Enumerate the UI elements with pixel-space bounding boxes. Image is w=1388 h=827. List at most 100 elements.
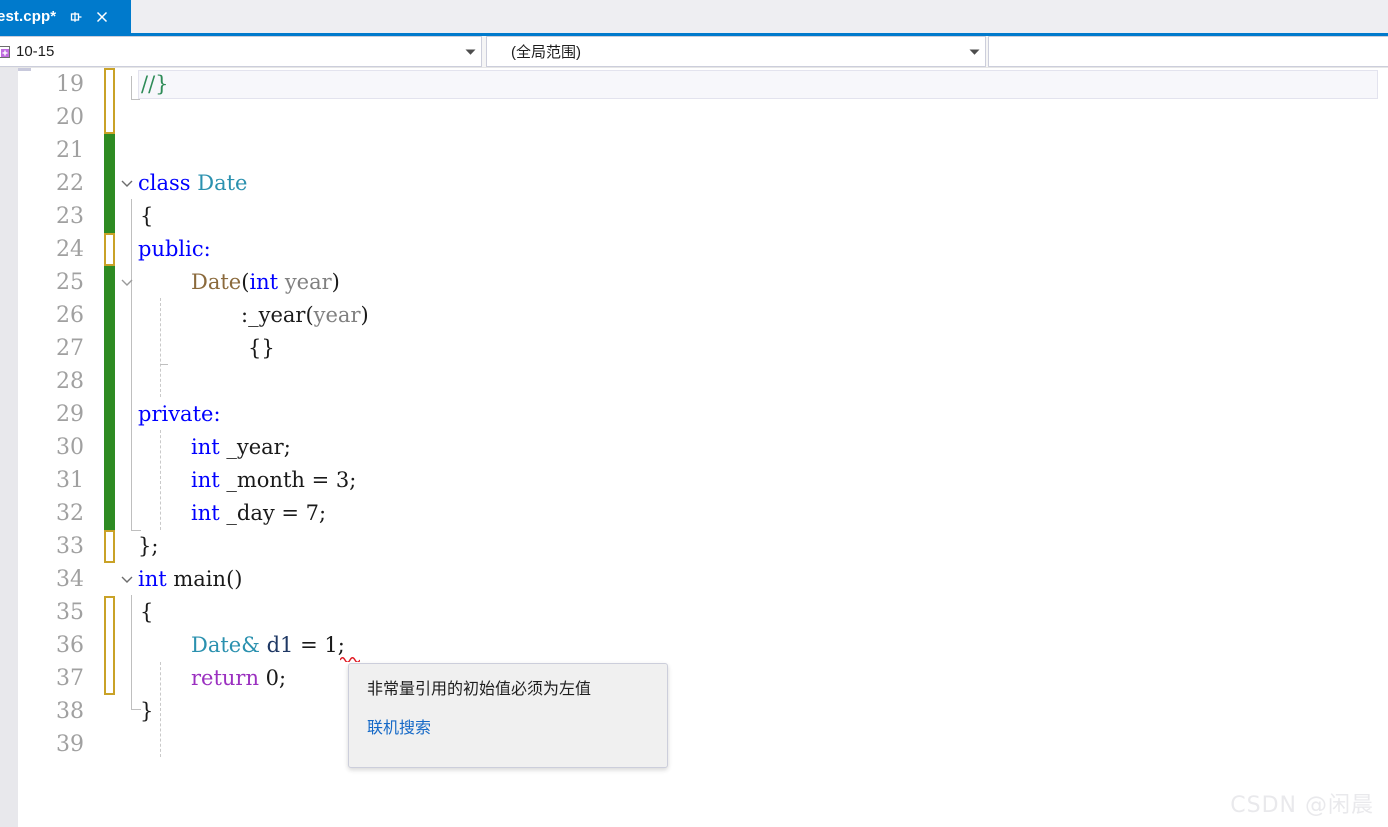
code-line[interactable]: 22 class Date <box>0 167 1388 200</box>
line-number: 36 <box>0 629 84 662</box>
token-init-year: :_year <box>241 303 305 327</box>
error-squiggle <box>340 655 360 662</box>
line-number: 26 <box>0 299 84 332</box>
code-text: {} <box>248 332 275 365</box>
code-line[interactable]: 36 Date& d1 = 1; <box>0 629 1388 662</box>
token-type-date-ref: Date& <box>191 633 260 657</box>
line-number: 39 <box>0 728 84 761</box>
fold-toggle-class[interactable] <box>120 167 136 200</box>
code-line[interactable]: 20 <box>0 101 1388 134</box>
code-text: }; <box>138 530 158 563</box>
line-number: 32 <box>0 497 84 530</box>
token-param-year: year <box>285 270 332 294</box>
code-line[interactable]: 39 <box>0 728 1388 761</box>
fold-toggle-ctor[interactable] <box>120 266 136 299</box>
line-number: 28 <box>0 365 84 398</box>
chevron-down-icon[interactable] <box>459 37 481 66</box>
scope-dropdown[interactable]: 10-15 <box>0 36 482 67</box>
token-keyword-int: int <box>191 501 220 525</box>
line-number: 24 <box>0 233 84 266</box>
error-tooltip: 非常量引用的初始值必须为左值 联机搜索 <box>348 663 668 768</box>
code-line[interactable]: 21 <box>0 134 1388 167</box>
code-line[interactable]: 32 int _day = 7; <box>0 497 1388 530</box>
code-text: :_year(year) <box>241 299 369 332</box>
code-text: { <box>140 200 153 233</box>
line-number: 27 <box>0 332 84 365</box>
code-line[interactable]: 31 int _month = 3; <box>0 464 1388 497</box>
code-text: Date(int year) <box>191 266 340 299</box>
line-number: 37 <box>0 662 84 695</box>
line-number: 19 <box>0 68 84 101</box>
code-line[interactable]: 23 { <box>0 200 1388 233</box>
online-search-link[interactable]: 联机搜索 <box>367 714 431 738</box>
token-keyword-return: return <box>191 666 259 690</box>
token-arg-year: year <box>314 303 361 327</box>
code-line[interactable]: 30 int _year; <box>0 431 1388 464</box>
code-line[interactable]: 19 //} <box>0 68 1388 101</box>
code-text: int _year; <box>191 431 291 464</box>
code-editor[interactable]: 19 //} 20 21 22 class Date 23 <box>0 68 1388 827</box>
token-assign-literal: = 1; <box>293 633 344 657</box>
code-line[interactable]: 38 } <box>0 695 1388 728</box>
token-member-month: _month = 3; <box>226 468 356 492</box>
token-keyword-class: class <box>138 171 191 195</box>
editor-tab-strip: est.cpp* <box>0 0 1388 33</box>
visual-studio-editor-window: est.cpp* <box>0 0 1388 827</box>
line-number: 29 <box>0 398 84 431</box>
token-keyword-int: int <box>191 468 220 492</box>
line-number: 25 <box>0 266 84 299</box>
code-line[interactable]: 27 {} <box>0 332 1388 365</box>
token-ctor-date: Date <box>191 270 241 294</box>
line-number: 21 <box>0 134 84 167</box>
token-var-d1: d1 <box>267 633 294 657</box>
editor-tab-label: est.cpp* <box>0 8 56 25</box>
pin-icon[interactable] <box>69 10 83 24</box>
line-number: 35 <box>0 596 84 629</box>
line-number: 33 <box>0 530 84 563</box>
token-member-year: _year; <box>226 435 290 459</box>
token-type-date: Date <box>197 171 247 195</box>
line-number: 30 <box>0 431 84 464</box>
navigation-bar: 10-15 (全局范围) <box>0 36 1388 68</box>
line-number: 38 <box>0 695 84 728</box>
code-line[interactable]: 37 return 0; <box>0 662 1388 695</box>
token-func-main: main <box>173 567 226 591</box>
token-keyword-int: int <box>138 567 167 591</box>
member-dropdown-value: (全局范围) <box>511 41 963 62</box>
code-text: int _day = 7; <box>191 497 326 530</box>
token-member-day: _day = 7; <box>226 501 326 525</box>
code-text: int _month = 3; <box>191 464 356 497</box>
scope-dropdown-value: 10-15 <box>16 43 459 60</box>
fold-toggle-main[interactable] <box>120 563 136 596</box>
code-text: public: <box>138 233 211 266</box>
chevron-down-icon[interactable] <box>963 37 985 66</box>
error-tooltip-message: 非常量引用的初始值必须为左值 <box>367 678 649 700</box>
code-text: //} <box>141 68 169 101</box>
code-text: class Date <box>138 167 247 200</box>
code-line[interactable]: 26 :_year(year) <box>0 299 1388 332</box>
code-line[interactable]: 33 }; <box>0 530 1388 563</box>
project-icon <box>0 44 13 60</box>
code-line[interactable]: 35 { <box>0 596 1388 629</box>
code-surface[interactable]: 19 //} 20 21 22 class Date 23 <box>0 68 1388 827</box>
code-text: int main() <box>138 563 242 596</box>
line-number: 34 <box>0 563 84 596</box>
watermark: CSDN @闲晨 <box>1230 787 1374 819</box>
member-dropdown[interactable]: (全局范围) <box>486 36 986 67</box>
line-number: 20 <box>0 101 84 134</box>
token-keyword-int: int <box>249 270 278 294</box>
line-number: 22 <box>0 167 84 200</box>
code-text: return 0; <box>191 662 286 695</box>
code-text: { <box>140 596 153 629</box>
code-line[interactable]: 28 <box>0 365 1388 398</box>
extra-dropdown[interactable] <box>988 36 1388 67</box>
code-line[interactable]: 25 Date(int year) <box>0 266 1388 299</box>
code-line[interactable]: 29 private: <box>0 398 1388 431</box>
code-line[interactable]: 34 int main() <box>0 563 1388 596</box>
code-text: Date& d1 = 1; <box>191 629 345 662</box>
editor-tab-test-cpp[interactable]: est.cpp* <box>0 0 131 33</box>
close-icon[interactable] <box>95 10 109 24</box>
code-text: } <box>140 695 153 728</box>
code-text: private: <box>138 398 221 431</box>
code-line[interactable]: 24 public: <box>0 233 1388 266</box>
